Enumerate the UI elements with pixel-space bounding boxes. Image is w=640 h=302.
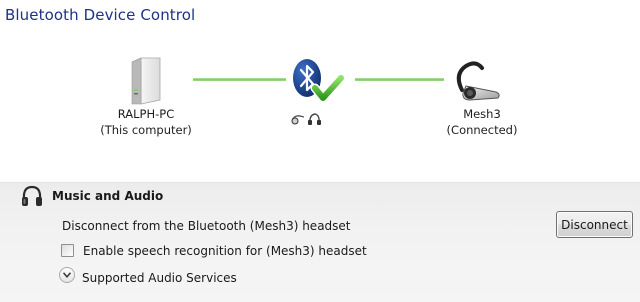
computer-note: (This computer) xyxy=(100,123,192,137)
bluetooth-headset-icon xyxy=(456,61,500,101)
supported-services-expander[interactable] xyxy=(59,267,75,283)
link-line-right xyxy=(355,78,444,81)
speech-recognition-checkbox[interactable] xyxy=(61,244,74,257)
window-title: Bluetooth Device Control xyxy=(5,6,196,24)
computer-name-label: RALPH-PC (This computer) xyxy=(76,106,216,138)
device-name-label: Mesh3 (Connected) xyxy=(412,106,552,138)
disconnect-description: Disconnect from the Bluetooth (Mesh3) he… xyxy=(62,219,351,233)
disconnect-button[interactable]: Disconnect xyxy=(556,211,633,238)
link-line-left xyxy=(193,78,286,81)
panel-heading: Music and Audio xyxy=(52,189,164,203)
device-note: (Connected) xyxy=(446,123,518,137)
headphones-icon xyxy=(22,185,42,206)
chevron-down-icon xyxy=(63,272,71,278)
supported-services-label[interactable]: Supported Audio Services xyxy=(82,271,237,285)
headset-mini-icon xyxy=(291,113,321,125)
computer-tower-icon xyxy=(131,57,161,105)
speech-recognition-label[interactable]: Enable speech recognition for (Mesh3) he… xyxy=(83,244,367,258)
device-name: Mesh3 xyxy=(463,107,501,121)
bluetooth-connected-check-icon xyxy=(293,59,346,103)
computer-name: RALPH-PC xyxy=(117,107,175,121)
